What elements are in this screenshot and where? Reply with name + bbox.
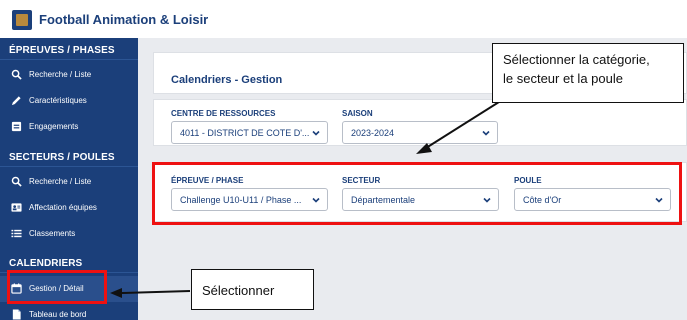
sidebar-section-title-calendriers: CALENDRIERS: [9, 258, 83, 269]
saison-select-value: 2023-2024: [351, 128, 395, 138]
centre-select[interactable]: 4011 - DISTRICT DE COTE D'...: [171, 121, 328, 144]
sidebar-item-label: Classements: [29, 229, 76, 238]
sidebar-divider: [0, 59, 138, 60]
page-title: Calendriers - Gestion: [171, 74, 283, 86]
sidebar-section-title-epreuves: ÉPREUVES / PHASES: [9, 45, 115, 56]
top-bar: Football Animation & Loisir: [0, 0, 687, 38]
centre-select-value: 4011 - DISTRICT DE COTE D'...: [180, 128, 310, 138]
callout-bottom-text: Sélectionner: [202, 283, 275, 298]
centre-label: CENTRE DE RESSOURCES: [171, 109, 276, 118]
sidebar-item-label: Affectation équipes: [29, 203, 97, 212]
callout-top-line1: Sélectionner la catégorie,: [503, 52, 650, 67]
search-icon: [11, 69, 22, 80]
sidebar-divider: [0, 166, 138, 167]
chevron-down-icon: [311, 128, 321, 138]
sidebar-section-title-secteurs: SECTEURS / POULES: [9, 152, 115, 163]
callout-select-category: Sélectionner la catégorie, le secteur et…: [492, 43, 684, 103]
sidebar-item-label: Caractéristiques: [29, 96, 87, 105]
sidebar-item-label: Recherche / Liste: [29, 70, 92, 79]
filters-top-card: CENTRE DE RESSOURCES 4011 - DISTRICT DE …: [153, 99, 687, 146]
sidebar-item-caracteristiques[interactable]: Caractéristiques: [0, 88, 138, 114]
contact-card-icon: [11, 202, 22, 213]
document-icon: [11, 309, 22, 320]
saison-select[interactable]: 2023-2024: [342, 121, 498, 144]
sidebar-item-epreuves-recherche[interactable]: Recherche / Liste: [0, 62, 138, 88]
highlight-box-sidebar: [7, 270, 107, 304]
highlight-box-filters: [152, 162, 682, 225]
app-logo: [12, 10, 32, 30]
sidebar-item-label: Recherche / Liste: [29, 177, 92, 186]
sidebar-item-secteurs-recherche[interactable]: Recherche / Liste: [0, 169, 138, 195]
sidebar-item-affectation-equipes[interactable]: Affectation équipes: [0, 195, 138, 221]
pencil-icon: [11, 95, 22, 106]
app-title: Football Animation & Loisir: [39, 12, 209, 27]
sidebar-item-classements[interactable]: Classements: [0, 221, 138, 247]
id-card-icon: [11, 121, 22, 132]
sidebar-item-engagements[interactable]: Engagements: [0, 114, 138, 140]
list-icon: [11, 228, 22, 239]
sidebar-item-label: Engagements: [29, 122, 79, 131]
search-icon: [11, 176, 22, 187]
sidebar-item-tableau-de-bord[interactable]: Tableau de bord: [0, 302, 138, 320]
saison-label: SAISON: [342, 109, 373, 118]
callout-select: Sélectionner: [191, 269, 314, 310]
sidebar-item-label: Tableau de bord: [29, 310, 87, 319]
callout-top-line2: le secteur et la poule: [503, 71, 623, 86]
chevron-down-icon: [481, 128, 491, 138]
callout-top-text: Sélectionner la catégorie, le secteur et…: [503, 50, 650, 88]
